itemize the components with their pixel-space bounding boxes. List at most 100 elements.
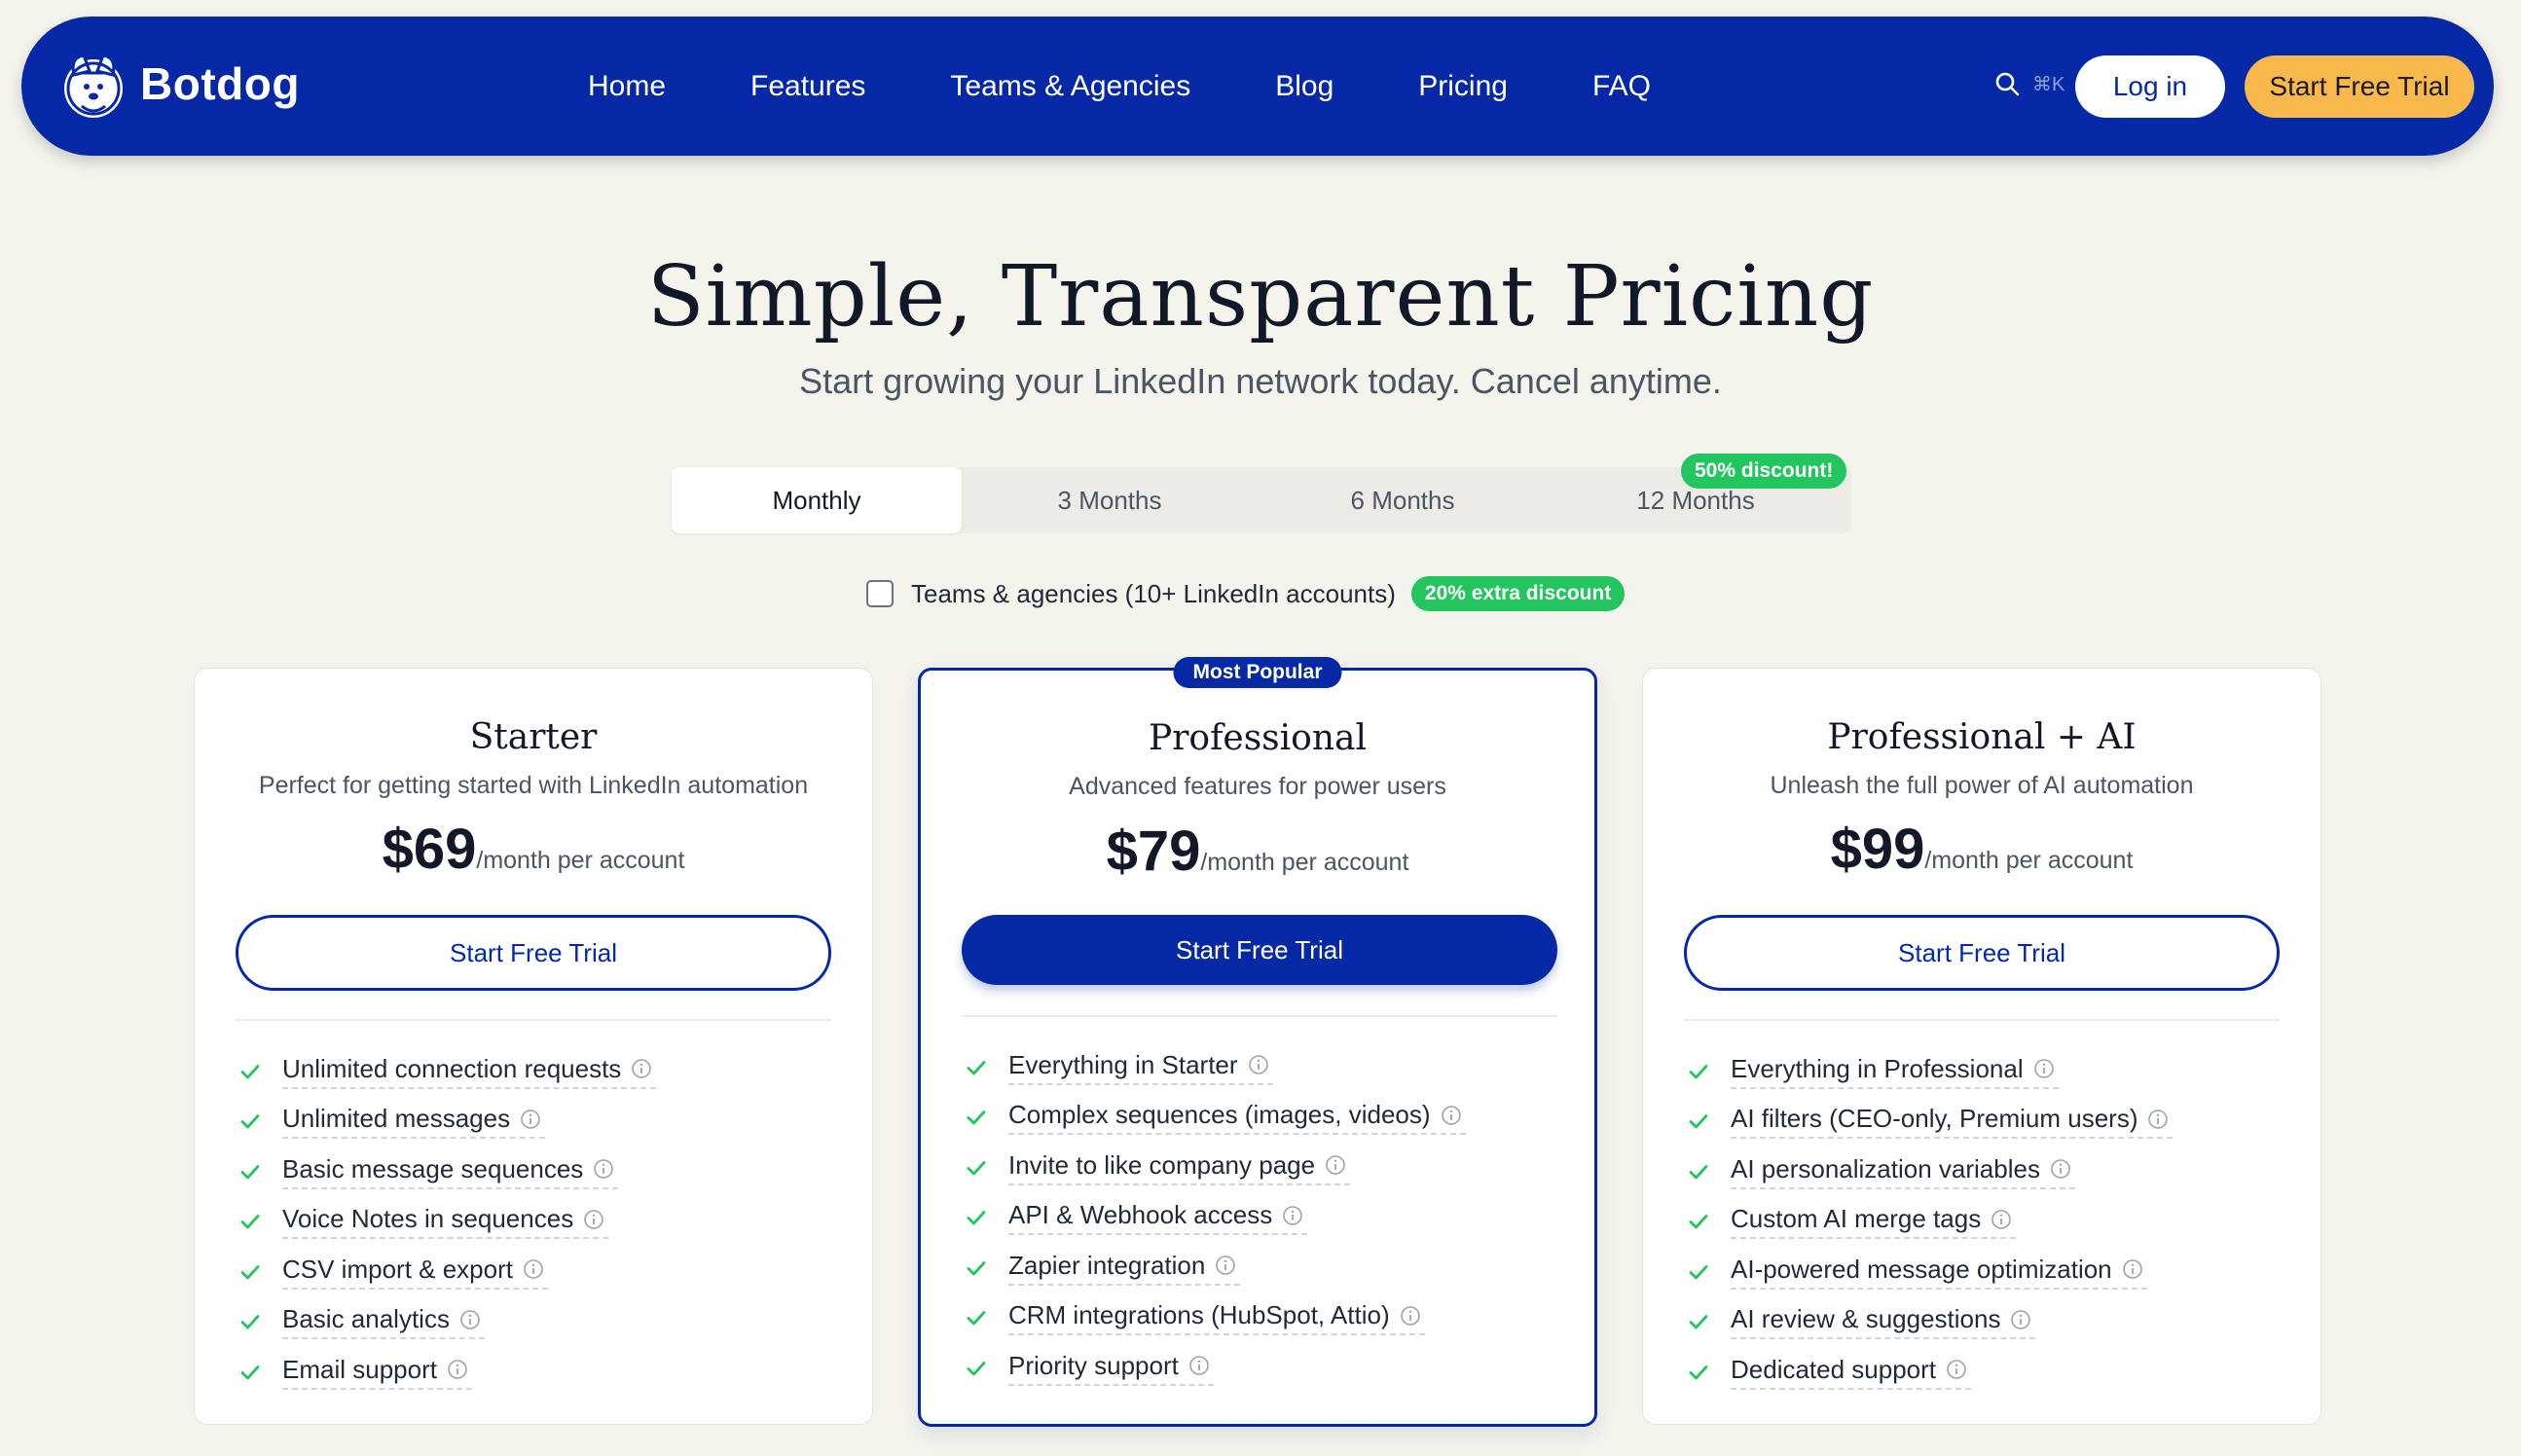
teams-checkbox[interactable] (866, 580, 894, 607)
price-unit: /month per account (1200, 849, 1409, 876)
teams-discount-badge: 20% extra discount (1410, 576, 1626, 611)
feature-text[interactable]: Basic analytics (282, 1304, 485, 1340)
feature-item: Basic analytics (236, 1297, 839, 1348)
nav-link-home[interactable]: Home (588, 70, 666, 103)
nav-start-trial-button[interactable]: Start Free Trial (2245, 55, 2474, 118)
feature-label: Priority support (1008, 1350, 1179, 1380)
info-icon[interactable] (2147, 1109, 2169, 1130)
info-icon[interactable] (1325, 1154, 1346, 1176)
feature-text[interactable]: AI review & suggestions (1731, 1304, 2036, 1340)
feature-item: Basic message sequences (236, 1147, 839, 1197)
info-icon[interactable] (1946, 1359, 1967, 1380)
feature-label: Invite to like company page (1008, 1149, 1316, 1180)
feature-text[interactable]: Voice Notes in sequences (282, 1204, 609, 1240)
page-subtitle: Start growing your LinkedIn network toda… (799, 361, 1722, 401)
feature-text[interactable]: Zapier integration (1008, 1251, 1241, 1286)
plan-start-trial-button[interactable]: Start Free Trial (1684, 915, 2280, 991)
feature-label: Everything in Professional (1731, 1053, 2024, 1083)
info-icon[interactable] (1188, 1355, 1210, 1376)
feature-item: Priority support (962, 1343, 1565, 1394)
feature-text[interactable]: Complex sequences (images, videos) (1008, 1100, 1466, 1136)
feature-text[interactable]: AI personalization variables (1731, 1154, 2075, 1189)
feature-item: Email support (236, 1347, 839, 1398)
feature-text[interactable]: Invite to like company page (1008, 1149, 1351, 1185)
feature-text[interactable]: Everything in Starter (1008, 1050, 1273, 1085)
info-icon[interactable] (583, 1209, 604, 1230)
info-icon[interactable] (1248, 1054, 1269, 1075)
feature-text[interactable]: Email support (282, 1355, 472, 1390)
nav-link-teams-agencies[interactable]: Teams & Agencies (950, 70, 1190, 103)
check-icon (967, 1260, 986, 1276)
check-icon (240, 1164, 260, 1180)
feature-text[interactable]: CSV import & export (282, 1255, 548, 1290)
info-icon[interactable] (447, 1359, 468, 1380)
plan-description: Perfect for getting started with LinkedI… (258, 772, 809, 799)
check-icon (1689, 1264, 1708, 1280)
billing-period-tabs: Monthly 3 Months 6 Months 12 Months (672, 467, 1851, 533)
plan-start-trial-button[interactable]: Start Free Trial (962, 915, 1557, 985)
plan-price: $69/month per account (195, 817, 872, 882)
feature-label: Everything in Starter (1008, 1049, 1238, 1079)
feature-text[interactable]: API & Webhook access (1008, 1200, 1308, 1236)
feature-item: AI-powered message optimization (1684, 1247, 2287, 1297)
info-icon[interactable] (459, 1309, 481, 1330)
login-button[interactable]: Log in (2075, 55, 2225, 118)
plan-description: Advanced features for power users (1069, 773, 1446, 800)
top-navbar: Botdog Home Features Teams & Agencies Bl… (21, 17, 2494, 156)
feature-text[interactable]: Basic message sequences (282, 1153, 619, 1189)
feature-label: Voice Notes in sequences (282, 1204, 574, 1234)
feature-item: Invite to like company page (962, 1143, 1565, 1193)
feature-text[interactable]: Unlimited connection requests (282, 1053, 657, 1089)
feature-label: Unlimited connection requests (282, 1053, 622, 1083)
feature-label: Email support (282, 1354, 437, 1384)
info-icon[interactable] (1441, 1105, 1462, 1126)
info-icon[interactable] (631, 1058, 652, 1079)
info-icon[interactable] (593, 1158, 614, 1180)
feature-label: Basic message sequences (282, 1153, 584, 1183)
tab-6-months[interactable]: 6 Months (1258, 467, 1548, 533)
tab-monthly[interactable]: Monthly (672, 467, 962, 533)
brand-logo[interactable]: Botdog (60, 46, 300, 122)
info-icon[interactable] (1991, 1209, 2012, 1230)
feature-text[interactable]: Unlimited messages (282, 1104, 546, 1140)
info-icon[interactable] (1400, 1305, 1421, 1327)
feature-text[interactable]: Dedicated support (1731, 1354, 1972, 1390)
info-icon[interactable] (523, 1258, 544, 1280)
nav-links: Home Features Teams & Agencies Blog Pric… (588, 17, 1651, 156)
feature-text[interactable]: AI-powered message optimization (1731, 1255, 2147, 1290)
dog-logo-icon (64, 54, 123, 118)
feature-text[interactable]: Priority support (1008, 1351, 1214, 1386)
plan-card-professional: Most Popular Professional Advanced feature… (918, 657, 1597, 1427)
feature-item: AI filters (CEO-only, Premium users) (1684, 1097, 2287, 1147)
info-icon[interactable] (2010, 1309, 2031, 1330)
feature-item: Unlimited connection requests (236, 1046, 839, 1097)
info-icon[interactable] (1215, 1255, 1236, 1276)
card-divider (1684, 1019, 2280, 1021)
info-icon[interactable] (1282, 1205, 1303, 1226)
feature-text[interactable]: Custom AI merge tags (1731, 1204, 2017, 1240)
nav-link-blog[interactable]: Blog (1275, 70, 1334, 103)
feature-label: AI review & suggestions (1731, 1304, 2001, 1334)
info-icon[interactable] (520, 1109, 541, 1130)
teams-option: Teams & agencies (10+ LinkedIn accounts)… (866, 576, 1626, 611)
feature-label: Dedicated support (1731, 1354, 1937, 1384)
plan-start-trial-button[interactable]: Start Free Trial (236, 915, 831, 991)
info-icon[interactable] (2122, 1258, 2143, 1280)
feature-text[interactable]: CRM integrations (HubSpot, Attio) (1008, 1300, 1425, 1336)
feature-text[interactable]: AI filters (CEO-only, Premium users) (1731, 1104, 2174, 1140)
plan-name: Professional + AI (1827, 717, 2137, 757)
search-button[interactable]: ⌘K (1993, 70, 2064, 97)
check-icon (967, 1211, 986, 1225)
teams-label[interactable]: Teams & agencies (10+ LinkedIn accounts) (911, 579, 1396, 609)
feature-label: CSV import & export (282, 1254, 513, 1284)
nav-link-pricing[interactable]: Pricing (1418, 70, 1508, 103)
feature-item: API & Webhook access (962, 1193, 1565, 1244)
info-icon[interactable] (2033, 1058, 2055, 1079)
nav-link-features[interactable]: Features (750, 70, 865, 103)
info-icon[interactable] (2050, 1158, 2071, 1180)
annual-discount-badge: 50% discount! (1681, 454, 1847, 489)
nav-link-faq[interactable]: FAQ (1592, 70, 1651, 103)
feature-text[interactable]: Everything in Professional (1731, 1054, 2059, 1089)
tab-3-months[interactable]: 3 Months (965, 467, 1255, 533)
check-icon (240, 1264, 260, 1280)
